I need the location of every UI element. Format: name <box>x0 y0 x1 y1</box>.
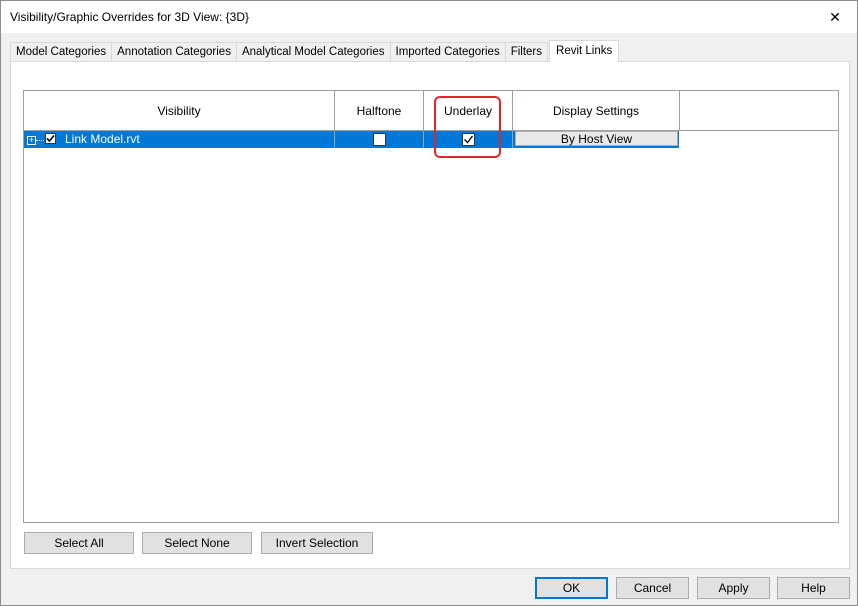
close-button[interactable]: ✕ <box>813 1 857 33</box>
apply-button[interactable]: Apply <box>697 577 770 599</box>
invert-selection-button[interactable]: Invert Selection <box>261 532 373 554</box>
underlay-checkbox[interactable] <box>461 133 475 146</box>
grid-header: Visibility Halftone Underlay Display Set… <box>24 91 838 131</box>
tab-filters[interactable]: Filters <box>504 42 549 61</box>
header-display-settings[interactable]: Display Settings <box>513 91 680 130</box>
tab-revit-links[interactable]: Revit Links <box>549 40 620 62</box>
tab-strip: Model Categories Annotation Categories A… <box>10 40 620 62</box>
visibility-checkbox[interactable] <box>45 133 56 144</box>
dialog-title: Visibility/Graphic Overrides for 3D View… <box>10 10 249 24</box>
link-name: Link Model.rvt <box>65 132 140 146</box>
ok-button[interactable]: OK <box>535 577 608 599</box>
tab-annotation-categories[interactable]: Annotation Categories <box>111 42 237 61</box>
close-icon: ✕ <box>829 8 841 25</box>
dialog-window: Visibility/Graphic Overrides for 3D View… <box>0 0 858 606</box>
table-row[interactable]: + Link Model.rvt By Host View <box>24 131 679 148</box>
help-button[interactable]: Help <box>777 577 850 599</box>
tree-connector <box>36 140 44 141</box>
revit-links-panel: Visibility Halftone Underlay Display Set… <box>10 61 850 569</box>
checkmark-icon <box>463 135 473 144</box>
visibility-cell: + Link Model.rvt <box>24 131 335 148</box>
tab-analytical-model-categories[interactable]: Analytical Model Categories <box>235 42 391 61</box>
header-underlay[interactable]: Underlay <box>424 91 513 130</box>
halftone-checkbox[interactable] <box>372 133 386 146</box>
expand-icon[interactable]: + <box>27 136 36 145</box>
cancel-button[interactable]: Cancel <box>616 577 689 599</box>
tab-model-categories[interactable]: Model Categories <box>10 42 113 61</box>
halftone-cell <box>335 131 424 148</box>
links-grid: Visibility Halftone Underlay Display Set… <box>23 90 839 523</box>
title-bar: Visibility/Graphic Overrides for 3D View… <box>1 1 857 33</box>
header-halftone[interactable]: Halftone <box>335 91 424 130</box>
tab-imported-categories[interactable]: Imported Categories <box>389 42 506 61</box>
underlay-cell <box>424 131 513 148</box>
checkmark-icon <box>46 134 55 143</box>
display-settings-cell: By Host View <box>513 131 680 148</box>
select-all-button[interactable]: Select All <box>24 532 134 554</box>
display-settings-button[interactable]: By Host View <box>515 131 678 146</box>
select-none-button[interactable]: Select None <box>142 532 252 554</box>
header-visibility[interactable]: Visibility <box>24 91 335 130</box>
